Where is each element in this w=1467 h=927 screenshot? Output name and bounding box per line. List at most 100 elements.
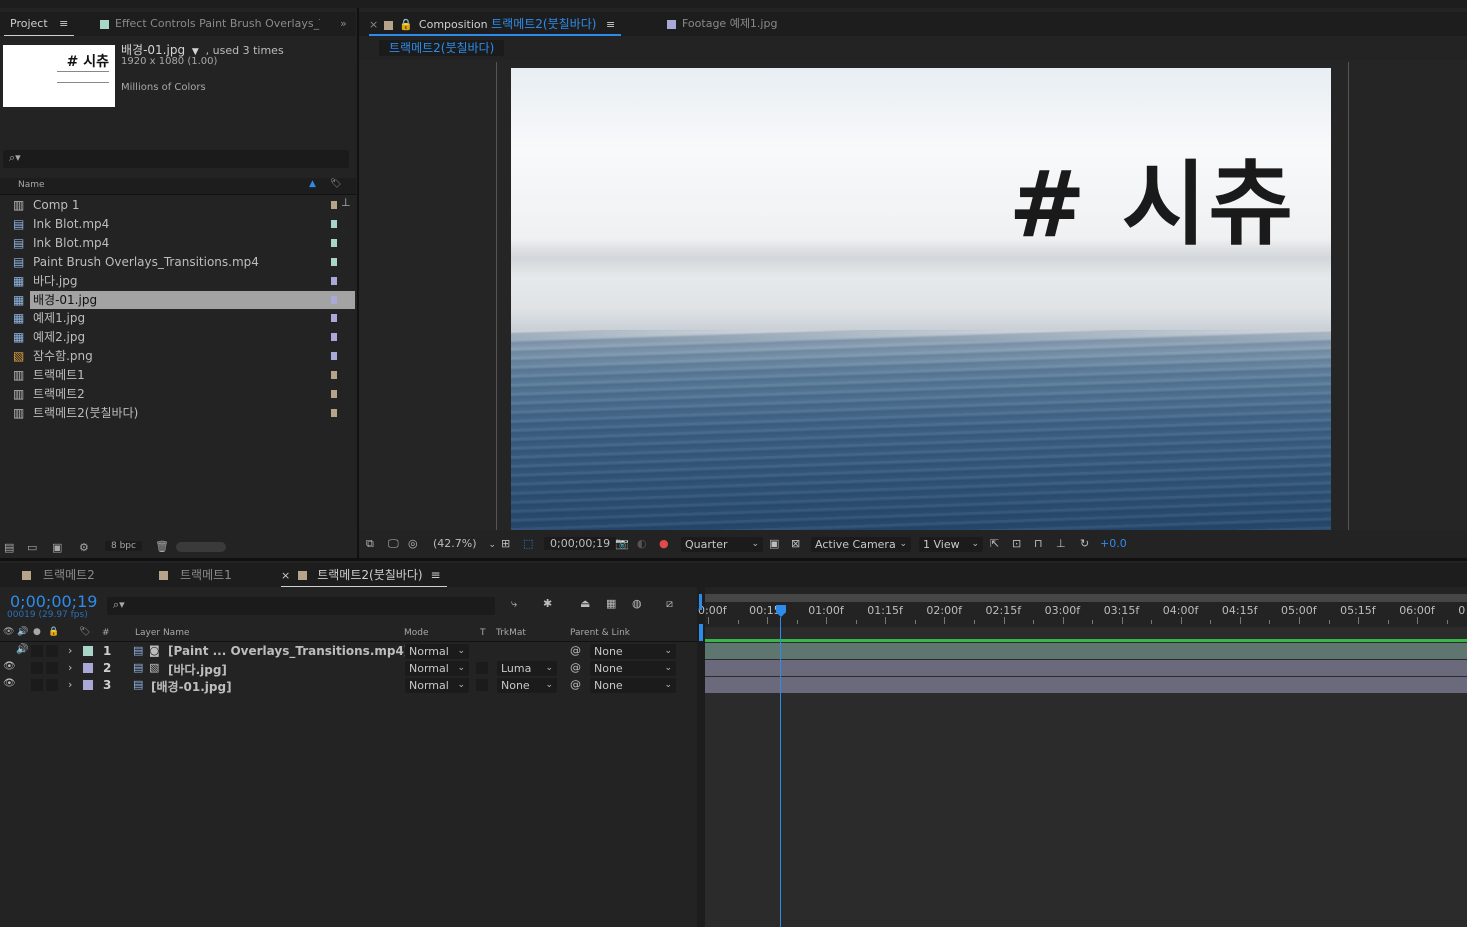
reset-exposure-icon[interactable]: ↻ (1080, 537, 1089, 550)
fast-previews-icon[interactable]: ▣ (769, 537, 779, 550)
layer-duration-bar[interactable] (705, 660, 1467, 677)
label-color-chip[interactable] (331, 333, 337, 342)
lock-box[interactable] (46, 662, 58, 674)
label-color-chip[interactable] (331, 352, 337, 361)
tab-project[interactable]: Project ≡ (4, 12, 75, 36)
tab-footage[interactable]: Footage 예제1.jpg (667, 12, 777, 36)
display-icon[interactable]: 🖵 (388, 537, 399, 551)
shy-layers-icon[interactable]: ⏏ (580, 597, 590, 610)
project-item[interactable]: ▦ 바다.jpg (0, 272, 356, 290)
eye-icon[interactable]: 👁 (3, 661, 16, 672)
label-color-chip[interactable] (331, 257, 337, 266)
preserve-transparency-box[interactable] (476, 662, 488, 674)
project-item[interactable]: ▥ 트랙메트1 (0, 366, 356, 384)
expand-chevron-icon[interactable]: › (68, 678, 72, 691)
layer-switch-icon[interactable]: ▧ (149, 661, 159, 674)
tab-effect-controls[interactable]: Effect Controls Paint Brush Overlays_Tr (100, 12, 320, 36)
layer-row[interactable]: 👁 › 2 ▤ ▧ [바다.jpg] Normal ⌄ Luma ⌄ @ None ⌄ (0, 660, 697, 677)
sort-ascending-icon[interactable]: ▲ (309, 179, 316, 189)
solo-box[interactable] (31, 662, 43, 674)
lock-icon[interactable]: 🔒 (399, 18, 413, 31)
region-of-interest-icon[interactable]: ⬚ (523, 537, 533, 550)
expand-chevron-icon[interactable]: › (68, 644, 72, 657)
tab-timeline-1[interactable]: 트랙메트2 (22, 563, 95, 587)
graph-editor-icon[interactable]: ⧄ (666, 597, 673, 611)
transparency-grid-icon[interactable]: ⊠ (791, 537, 800, 550)
project-item[interactable]: ▦ 예제1.jpg (0, 309, 356, 327)
project-item[interactable]: ▥ Comp 1 (0, 196, 356, 214)
composition-canvas[interactable]: # 시츄 (511, 68, 1331, 530)
solo-box[interactable] (31, 645, 43, 657)
label-color-chip[interactable] (331, 295, 337, 304)
zoom-dropdown[interactable]: (42.7%) ⌄ (433, 537, 496, 550)
mode-dropdown[interactable]: Normal ⌄ (405, 644, 469, 659)
always-preview-icon[interactable]: ⧉ (366, 537, 374, 551)
eye-icon[interactable]: 👁 (3, 678, 16, 689)
project-item[interactable]: ▧ 잠수함.png (0, 347, 356, 365)
flowchart-icon[interactable]: ⊥ (341, 196, 351, 209)
label-color-chip[interactable] (331, 201, 337, 209)
project-item[interactable]: ▤ Paint Brush Overlays_Transitions.mp4 (0, 253, 356, 271)
draft-3d-icon[interactable]: ✱ (543, 597, 552, 610)
label-color-chip[interactable] (331, 390, 337, 398)
layer-row[interactable]: 🔊 › 1 ▤ ◙ [Paint ... Overlays_Transitions.mp4… (0, 643, 697, 660)
label-color-chip[interactable] (83, 680, 93, 690)
tab-composition[interactable]: × 🔒 Composition 트랙메트2(붓칠바다) ≡ (369, 12, 622, 36)
motion-blur-icon[interactable]: ◍ (632, 597, 642, 610)
time-ruler[interactable]: 0:00f 00:15f 01:00f 01:15f 02:00f 02:15f 03:00… (698, 594, 1467, 624)
layer-switch-icon[interactable]: ◙ (149, 644, 160, 657)
layer-duration-bar[interactable] (705, 677, 1467, 694)
audio-icon[interactable]: 🔊 (16, 644, 28, 655)
new-composition-icon[interactable]: ▣ (52, 541, 62, 554)
close-tab-icon[interactable]: × (281, 569, 290, 582)
comp-breadcrumb[interactable]: 트랙메트2(붓칠바다) (379, 40, 505, 56)
label-color-chip[interactable] (331, 314, 337, 323)
timeline-icon[interactable]: ⊓ (1034, 537, 1043, 550)
pickwhip-icon[interactable]: @ (570, 678, 581, 691)
layer-row[interactable]: 👁 › 3 ▤ [배경-01.jpg] Normal ⌄ None ⌄ @ None ⌄ (0, 677, 697, 694)
resolution-dropdown[interactable]: Quarter ⌄ (681, 537, 763, 552)
parent-dropdown[interactable]: None ⌄ (590, 661, 676, 676)
trkmat-dropdown[interactable]: None ⌄ (497, 678, 557, 693)
fast-preview-icon[interactable]: ⊡ (1012, 537, 1021, 550)
tab-timeline-3[interactable]: × 트랙메트2(붓칠바다) ≡ (281, 563, 447, 587)
mode-dropdown[interactable]: Normal ⌄ (405, 661, 469, 676)
project-settings-icon[interactable]: ⚙ (79, 541, 89, 554)
label-color-chip[interactable] (83, 646, 93, 656)
close-tab-icon[interactable]: × (369, 18, 378, 31)
label-color-chip[interactable] (331, 276, 337, 285)
label-color-chip[interactable] (331, 219, 337, 228)
label-column-icon[interactable]: 🏷 (330, 179, 341, 189)
lock-box[interactable] (46, 679, 58, 691)
viewer-timecode[interactable]: 0;00;00;19 (544, 537, 617, 550)
bpc-button[interactable]: 8 bpc (105, 541, 142, 551)
project-item[interactable]: ▤ Ink Blot.mp4 (0, 234, 356, 252)
tab-timeline-2[interactable]: 트랙메트1 (159, 563, 232, 587)
flowchart-icon[interactable]: ⊥ (1056, 537, 1066, 550)
camera-dropdown[interactable]: Active Camera ⌄ (811, 537, 911, 552)
solo-box[interactable] (31, 679, 43, 691)
column-name[interactable]: Name (18, 180, 45, 190)
panel-menu-icon[interactable]: ≡ (431, 568, 441, 582)
channel-icon[interactable]: ● (659, 537, 669, 550)
project-search-input[interactable]: ⌕▾ (3, 150, 349, 168)
panel-menu-icon[interactable]: ≡ (59, 17, 68, 30)
delete-icon[interactable]: 🗑 (155, 540, 169, 553)
exposure-value[interactable]: +0.0 (1100, 537, 1127, 550)
project-item[interactable]: ▥ 트랙메트2 (0, 385, 356, 403)
parent-dropdown[interactable]: None ⌄ (590, 678, 676, 693)
project-zoom-slider[interactable] (176, 542, 226, 552)
new-folder-icon[interactable]: ▭ (27, 541, 37, 554)
preserve-transparency-box[interactable] (476, 679, 488, 691)
mask-visibility-icon[interactable]: ◎ (408, 537, 418, 550)
project-item[interactable]: ▦ 배경-01.jpg (13, 290, 355, 309)
layer-duration-bar[interactable] (705, 643, 1467, 660)
label-color-chip[interactable] (83, 663, 93, 673)
label-color-chip[interactable] (331, 238, 337, 247)
expand-chevron-icon[interactable]: › (68, 661, 72, 674)
composition-mini-flowchart-icon[interactable]: ⤷ (511, 597, 517, 611)
show-snapshot-icon[interactable]: ◐ (637, 537, 647, 550)
interpret-footage-icon[interactable]: ▤ (4, 541, 14, 554)
grid-icon[interactable]: ⊞ (501, 537, 510, 550)
parent-dropdown[interactable]: None ⌄ (590, 644, 676, 659)
